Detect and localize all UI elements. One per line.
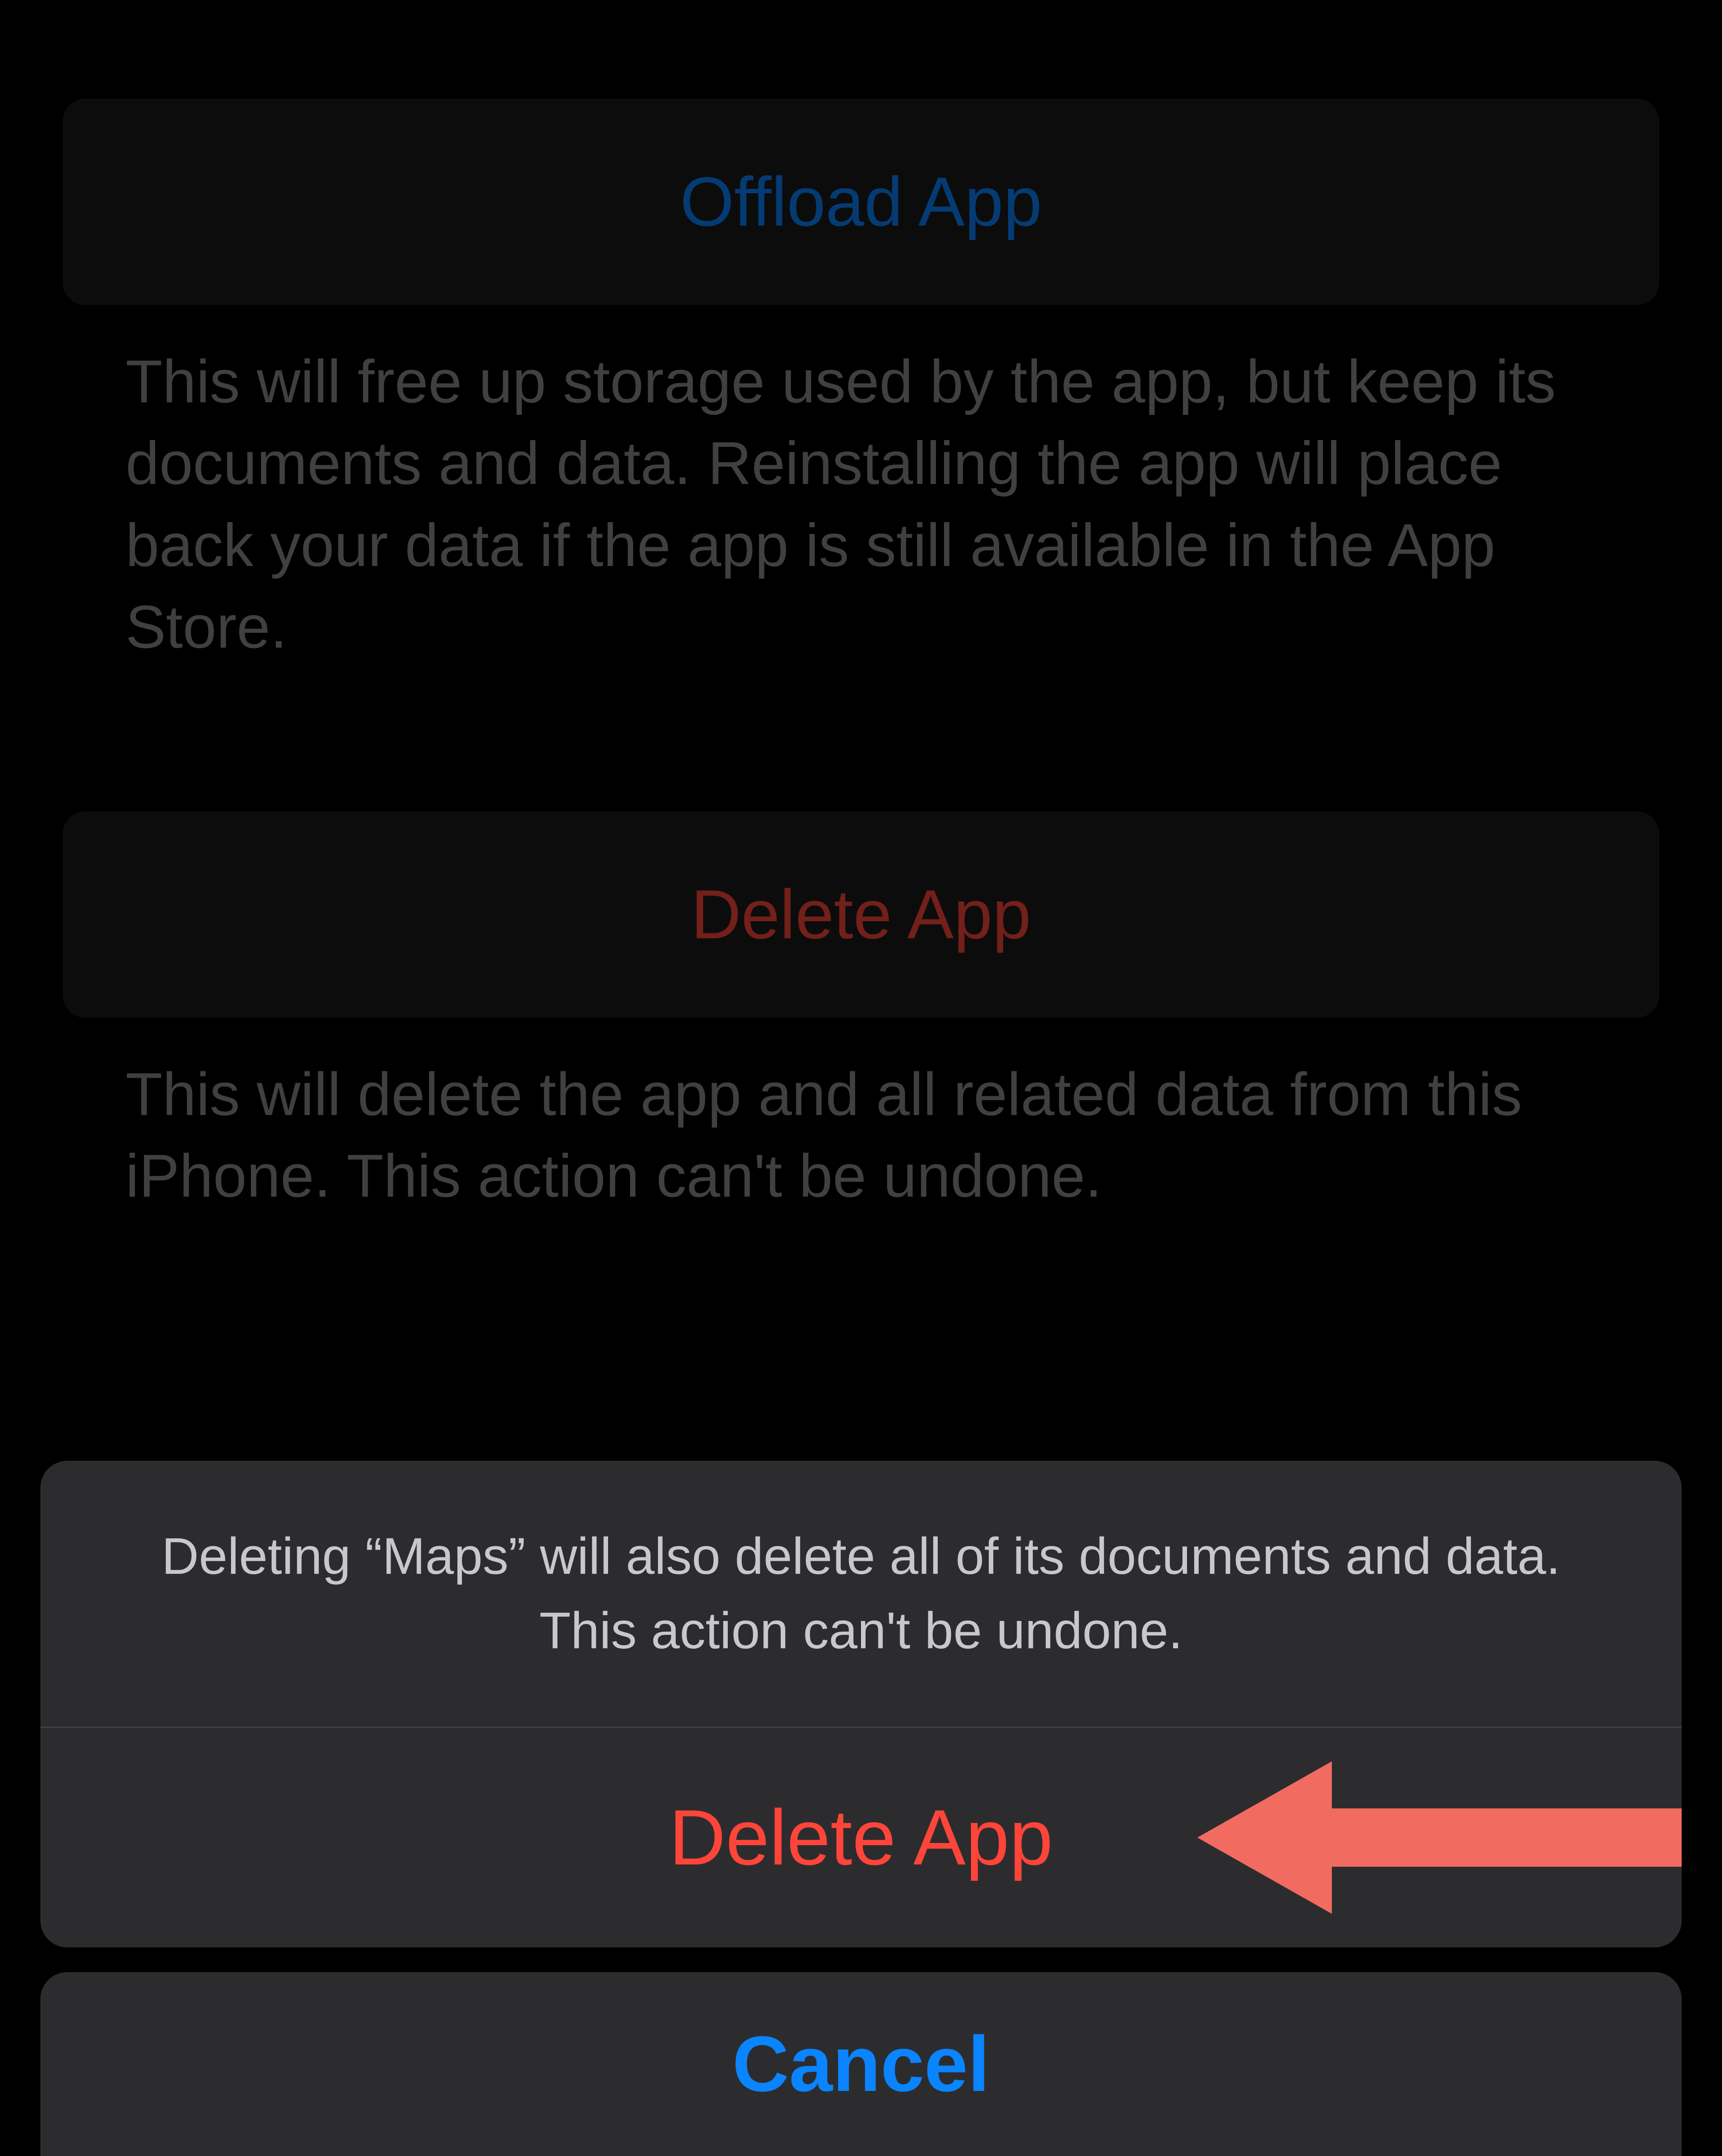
action-sheet-delete-label: Delete App xyxy=(669,1793,1053,1883)
delete-app-label: Delete App xyxy=(691,875,1031,954)
action-sheet-main-group: Deleting “Maps” will also delete all of … xyxy=(40,1461,1682,1948)
delete-app-button[interactable]: Delete App xyxy=(63,811,1659,1018)
offload-app-button[interactable]: Offload App xyxy=(63,99,1659,305)
action-sheet: Deleting “Maps” will also delete all of … xyxy=(0,1461,1722,2156)
delete-app-description: This will delete the app and all related… xyxy=(126,1054,1641,1217)
action-sheet-cancel-label: Cancel xyxy=(732,2019,990,2109)
offload-app-description: This will free up storage used by the ap… xyxy=(126,341,1641,668)
action-sheet-cancel-button[interactable]: Cancel xyxy=(40,1972,1682,2156)
offload-app-label: Offload App xyxy=(680,162,1042,242)
action-sheet-delete-button[interactable]: Delete App xyxy=(40,1728,1682,1947)
arrow-annotation-icon xyxy=(1197,1752,1682,1923)
action-sheet-message: Deleting “Maps” will also delete all of … xyxy=(40,1461,1682,1727)
